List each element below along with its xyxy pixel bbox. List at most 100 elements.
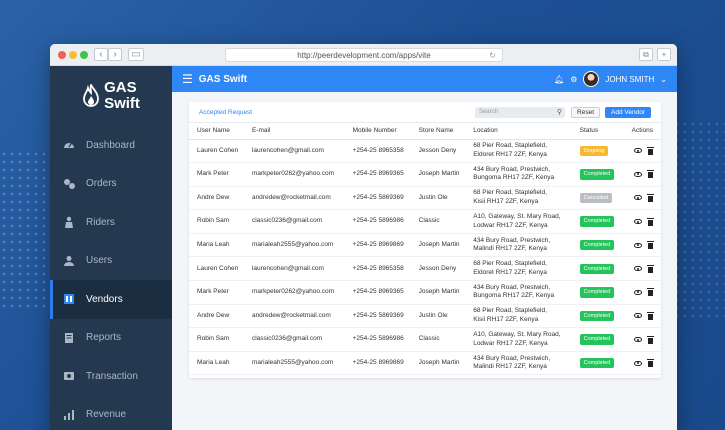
brand-logo: GAS Swift bbox=[50, 66, 172, 126]
store-cell: Joseph Martin bbox=[410, 280, 466, 305]
sidebar-item-revenue[interactable]: Revenue bbox=[50, 396, 172, 430]
location-line2: Lodwar RH17 2ZF, Kenya bbox=[473, 339, 548, 347]
column-header: User Name bbox=[189, 123, 244, 140]
sidebar-item-orders[interactable]: Orders bbox=[50, 165, 172, 204]
delete-icon[interactable] bbox=[647, 359, 654, 368]
back-icon[interactable]: ‹ bbox=[94, 48, 108, 61]
view-icon[interactable] bbox=[634, 289, 642, 295]
tab-accepted-request[interactable]: Accepted Request bbox=[199, 109, 252, 116]
delete-icon[interactable] bbox=[647, 335, 654, 344]
location-line1: 434 Bury Road, Prestwich, bbox=[473, 236, 551, 244]
email-cell: marialeah2555@yahoo.com bbox=[243, 233, 345, 258]
avatar[interactable] bbox=[583, 71, 600, 87]
sidebar-item-label: Dashboard bbox=[86, 139, 135, 151]
user-name[interactable]: JOHN SMITH bbox=[605, 75, 654, 84]
user-icon bbox=[62, 254, 76, 268]
search-icon[interactable]: ⚲ bbox=[557, 107, 562, 118]
status-badge: Completed bbox=[579, 310, 615, 322]
bell-icon[interactable]: 🔔︎ bbox=[554, 75, 564, 84]
user-name-cell: Mark Peter bbox=[189, 162, 244, 187]
location-cell: 434 Bury Road, Prestwich, Bungoma RH17 2Z… bbox=[465, 280, 572, 305]
location-cell: 68 Pier Road, Staplefield, Kisii RH17 2ZF… bbox=[465, 304, 572, 329]
location-line1: 434 Bury Road, Prestwich, bbox=[473, 283, 551, 291]
sidebar-item-riders[interactable]: Riders bbox=[50, 203, 172, 242]
main-content: Accepted Request Search ⚲ Reset Add Vend… bbox=[172, 92, 677, 430]
location-line1: A10, Gateway, St. Mary Road, bbox=[473, 331, 561, 339]
view-icon[interactable] bbox=[634, 171, 642, 177]
location-cell: 434 Bury Road, Prestwich, Malindi RH17 2Z… bbox=[465, 233, 572, 258]
delete-icon[interactable] bbox=[647, 288, 654, 297]
status-badge: Completed bbox=[579, 216, 615, 227]
user-name-cell: Robin Sam bbox=[189, 327, 244, 352]
sidebar-nav: Dashboard Orders Riders Users Vendors Reports… bbox=[50, 126, 172, 430]
delete-icon[interactable] bbox=[647, 264, 654, 273]
user-name-cell: Maria Leah bbox=[189, 351, 244, 376]
delete-icon[interactable] bbox=[647, 311, 654, 320]
search-input[interactable]: Search ⚲ bbox=[475, 106, 566, 118]
view-icon[interactable] bbox=[634, 148, 642, 154]
sidebar-item-vendors[interactable]: Vendors bbox=[50, 280, 172, 319]
chevron-down-icon[interactable]: ⌄ bbox=[660, 75, 667, 84]
sidebar: GAS Swift Dashboard Orders Riders Users Vend… bbox=[50, 66, 172, 430]
maximize-window-button[interactable] bbox=[80, 51, 88, 59]
status-badge: Completed bbox=[579, 357, 615, 369]
view-icon[interactable] bbox=[634, 219, 642, 225]
user-name-cell: Andre Dew bbox=[189, 304, 244, 329]
browser-toolbar: ‹ › ▭ http://peerdevelopment.com/apps/vi… bbox=[50, 44, 677, 66]
location-cell: 68 Pier Road, Staplefield, Eldoret RH17 2… bbox=[465, 139, 572, 164]
sidebar-item-reports[interactable]: Reports bbox=[50, 319, 172, 358]
add-vendor-button[interactable]: Add Vendor bbox=[605, 106, 651, 118]
gear-icon[interactable]: ⚙ bbox=[570, 75, 577, 84]
location-line1: 68 Pier Road, Staplefield, bbox=[473, 260, 547, 268]
status-badge: Cancelled bbox=[579, 192, 613, 204]
location-line1: 68 Pier Road, Staplefield, bbox=[473, 189, 547, 197]
view-icon[interactable] bbox=[634, 195, 642, 201]
tabs-icon[interactable]: ⧉ bbox=[639, 48, 653, 61]
table-row: Robin Sam classic0236@gmail.com +254-25 58… bbox=[189, 327, 661, 352]
forward-icon[interactable]: › bbox=[108, 48, 122, 61]
sidebar-item-transaction[interactable]: Transaction bbox=[50, 357, 172, 396]
view-icon[interactable] bbox=[634, 242, 642, 248]
report-icon bbox=[62, 331, 76, 345]
status-cell: Completed bbox=[571, 209, 620, 234]
mobile-cell: +254-25 5869369 bbox=[344, 304, 411, 329]
new-tab-icon[interactable]: + bbox=[657, 48, 671, 61]
close-window-button[interactable] bbox=[58, 51, 66, 59]
table-body: Lauren Cohen laurencohen@gmail.com +254-25… bbox=[189, 139, 661, 376]
vendors-table: User Name E-mail Mobile Number Store Name Lo… bbox=[189, 123, 661, 376]
location-cell: 68 Pier Road, Staplefield, Eldoret RH17 2… bbox=[465, 256, 572, 282]
delete-icon[interactable] bbox=[647, 170, 654, 179]
reload-icon[interactable]: ↻ bbox=[489, 49, 496, 62]
view-icon[interactable] bbox=[634, 313, 642, 319]
column-header: E-mail bbox=[243, 123, 345, 140]
hamburger-menu-icon[interactable]: ☰ bbox=[182, 72, 193, 86]
sidebar-toggle-icon[interactable]: ▭ bbox=[128, 48, 144, 61]
store-cell: Jesson Deny bbox=[410, 139, 466, 164]
user-name-cell: Maria Leah bbox=[189, 233, 244, 258]
view-icon[interactable] bbox=[634, 337, 642, 343]
delete-icon[interactable] bbox=[647, 217, 654, 226]
sidebar-item-dashboard[interactable]: Dashboard bbox=[50, 126, 172, 165]
view-icon[interactable] bbox=[634, 360, 642, 366]
location-cell: A10, Gateway, St. Mary Road, Lodwar RH17 … bbox=[465, 327, 572, 352]
email-cell: marialeah2555@yahoo.com bbox=[243, 351, 345, 376]
delete-icon[interactable] bbox=[647, 193, 654, 202]
column-header: Actions bbox=[619, 123, 661, 140]
status-cell: Completed bbox=[571, 162, 620, 187]
revenue-icon bbox=[62, 408, 76, 422]
delete-icon[interactable] bbox=[647, 146, 654, 155]
location-line1: 68 Pier Road, Staplefield, bbox=[473, 307, 547, 315]
status-badge: Completed bbox=[579, 287, 615, 298]
location-line2: Kisii RH17 2ZF, Kenya bbox=[473, 315, 539, 323]
location-line1: 68 Pier Road, Staplefield, bbox=[473, 142, 547, 150]
mobile-cell: +254-25 5869369 bbox=[344, 186, 411, 211]
view-icon[interactable] bbox=[634, 266, 642, 272]
reset-button[interactable]: Reset bbox=[571, 106, 601, 118]
sidebar-item-users[interactable]: Users bbox=[50, 242, 172, 281]
brand-line1: GAS bbox=[104, 79, 137, 96]
table-row: Maria Leah marialeah2555@yahoo.com +254-25… bbox=[189, 233, 661, 258]
delete-icon[interactable] bbox=[647, 241, 654, 250]
table-row: Maria Leah marialeah2555@yahoo.com +254-25… bbox=[189, 351, 661, 376]
minimize-window-button[interactable] bbox=[69, 51, 77, 59]
address-bar[interactable]: http://peerdevelopment.com/apps/vite ↻ bbox=[225, 48, 503, 62]
